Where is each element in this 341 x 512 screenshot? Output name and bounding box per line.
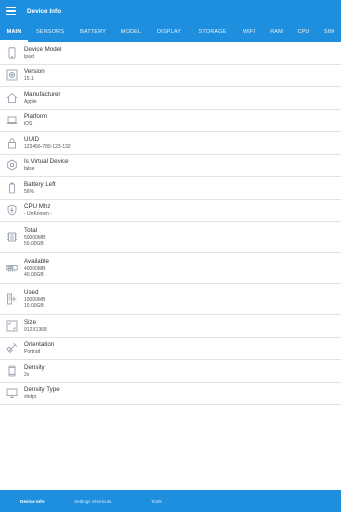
tab-battery[interactable]: BATTERY	[72, 22, 114, 42]
tab-sim[interactable]: SIM	[317, 22, 341, 42]
tab-storage[interactable]: STORAGE	[190, 22, 235, 42]
item-value-secondary: 40.00GB	[24, 272, 44, 278]
battery-icon	[6, 182, 18, 194]
list-item: Size 912X1368	[0, 315, 341, 338]
bottom-navigation: Device Info Settings Shortcuts Tools	[0, 490, 341, 512]
hamburger-menu-icon[interactable]	[6, 7, 16, 15]
item-value: 2x	[24, 371, 30, 378]
bottom-nav-settings-shortcuts[interactable]: Settings Shortcuts	[74, 499, 111, 504]
list-item: Orientation Portrait	[0, 338, 341, 360]
list-item: Version 15.1	[0, 65, 341, 87]
item-label: CPU Mhz	[24, 203, 51, 211]
tab-display[interactable]: DISPLAY	[148, 22, 190, 42]
rotate-icon	[6, 342, 18, 354]
item-value: xhdpi	[24, 394, 36, 401]
item-label: Available	[24, 258, 49, 265]
tab-main[interactable]: MAIN	[0, 22, 28, 42]
item-value: Portrait	[24, 349, 41, 356]
monitor-icon	[6, 387, 18, 399]
app-title: Device Info	[27, 7, 62, 15]
gear-icon	[6, 159, 18, 171]
lock-icon	[6, 137, 18, 149]
tab-bar: MAIN SENSORS BATTERY MODEL DISPLAY STORA…	[0, 22, 341, 42]
item-label: Platform	[24, 113, 48, 121]
list-item: Is Virtual Device false	[0, 155, 341, 177]
screen-size-icon	[6, 320, 18, 332]
item-label: Manufacturer	[24, 90, 61, 98]
laptop-icon	[6, 114, 18, 126]
list-item: Available 40000MB 40.00GB	[0, 253, 341, 284]
item-label: Used	[24, 289, 39, 296]
tab-ram[interactable]: RAM	[263, 22, 290, 42]
bottom-nav-device-info[interactable]: Device Info	[20, 499, 45, 504]
tab-sensors[interactable]: SENSORS	[28, 22, 72, 42]
tab-cpu[interactable]: CPU	[290, 22, 317, 42]
item-value-secondary: 10.00GB	[24, 303, 44, 309]
memory-chip-icon	[6, 231, 18, 243]
list-item: Density 2x	[0, 360, 341, 383]
item-label: UUID	[24, 135, 40, 143]
item-label: Total	[24, 227, 38, 234]
item-value: - UnKnown -	[24, 211, 52, 218]
item-value: 56%	[24, 188, 35, 195]
list-item: Battery Left 56%	[0, 177, 341, 200]
item-value: iOS	[24, 121, 33, 128]
info-list: Device Model Ipad Version 15.1 Manufacture…	[0, 42, 341, 405]
list-item: UUID 123456-789-123-132	[0, 132, 341, 155]
tab-wifi[interactable]: WIFI	[235, 22, 263, 42]
tablet-icon	[6, 47, 18, 59]
server-icon	[6, 293, 18, 305]
item-label: Device Model	[24, 45, 62, 53]
bottom-nav-tools[interactable]: Tools	[151, 499, 162, 504]
version-icon	[6, 69, 18, 81]
list-item: Manufacturer Apple	[0, 87, 341, 110]
item-label: Density Type	[24, 386, 60, 394]
item-value: 912X1368	[24, 326, 47, 333]
item-value: 123456-789-123-132	[24, 143, 71, 150]
item-label: Battery Left	[24, 180, 56, 188]
ram-module-icon	[6, 262, 18, 274]
list-item: Device Model Ipad	[0, 42, 341, 65]
house-icon	[6, 92, 18, 104]
list-item: Density Type xhdpi	[0, 383, 341, 405]
phone-icon	[6, 365, 18, 377]
item-value: Apple	[24, 98, 37, 105]
list-item: Total 50000MB 50.00GB	[0, 222, 341, 253]
bolt-shield-icon	[6, 204, 18, 216]
item-label: Is Virtual Device	[24, 158, 69, 166]
item-value-secondary: 50.00GB	[24, 241, 44, 247]
item-value: Ipad	[24, 53, 34, 60]
item-label: Orientation	[24, 341, 55, 349]
tab-model[interactable]: MODEL	[114, 22, 148, 42]
app-bar: Device Info	[0, 0, 341, 22]
item-value: false	[24, 166, 35, 173]
list-item: Platform iOS	[0, 110, 341, 132]
item-value: 15.1	[24, 76, 34, 83]
item-label: Density	[24, 363, 45, 371]
list-item: Used 10000MB 10.00GB	[0, 284, 341, 315]
item-label: Version	[24, 68, 45, 76]
item-label: Size	[24, 318, 37, 326]
list-item: CPU Mhz - UnKnown -	[0, 200, 341, 222]
